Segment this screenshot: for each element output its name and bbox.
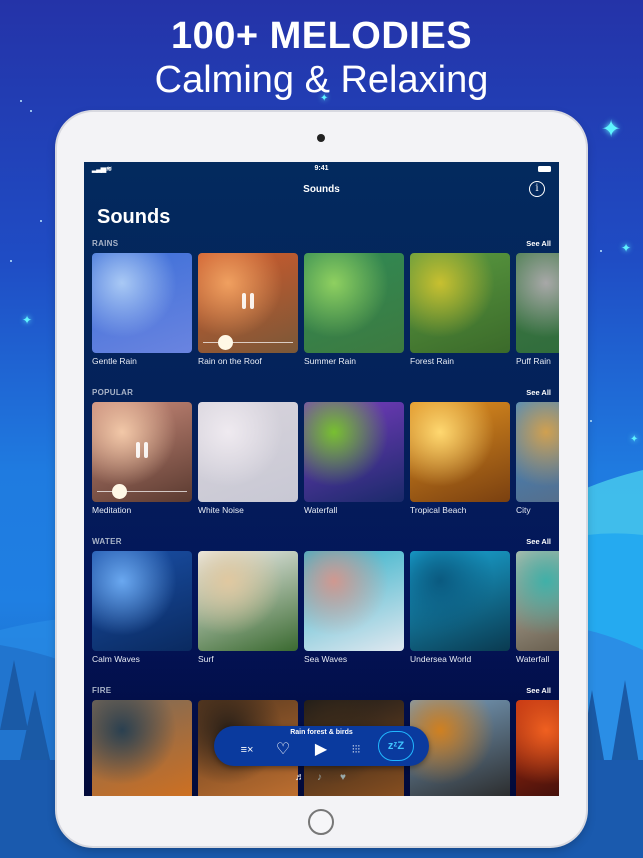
sound-label: City [516,505,531,515]
volume-slider-knob[interactable] [112,484,127,499]
sound-thumbnail[interactable] [516,402,559,502]
volume-slider-knob[interactable] [218,335,233,350]
sound-tile[interactable]: Puff Rain [516,253,559,366]
section-header: RAINS See All [84,239,559,253]
sound-thumbnail[interactable] [516,551,559,651]
mini-player: Rain forest & birds ≡× ♡ ▶ ⫶⫶⫶ zᶻZ [214,726,429,766]
star-dot [10,260,12,262]
sound-tile[interactable]: Sea Waves [304,551,404,664]
sound-thumbnail[interactable] [304,253,404,353]
sound-label: Forest Rain [410,356,454,366]
section-title: WATER [92,537,122,546]
sound-thumbnail[interactable] [410,402,510,502]
sound-thumbnail[interactable] [410,253,510,353]
info-button[interactable]: i [529,181,545,197]
home-button[interactable] [308,809,334,835]
sound-label: White Noise [198,505,244,515]
star-dot [600,250,602,252]
sound-tile[interactable]: Undersea World [410,551,510,664]
sound-label: Surf [198,654,214,664]
nav-title: Sounds [303,184,340,195]
sound-label: Sea Waves [304,654,348,664]
status-time: 9:41 [314,165,329,172]
mixer-button[interactable]: ⫶⫶⫶ [344,741,368,759]
sound-label: Rain on the Roof [198,356,262,366]
sound-thumbnail[interactable] [304,551,404,651]
sound-tile[interactable]: Calm Waves [92,551,192,664]
sound-label: Gentle Rain [92,356,137,366]
headline-subtitle: Calming & Relaxing [154,59,489,101]
star-dot [40,220,42,222]
see-all-link[interactable]: See All [526,239,551,248]
section-header: FIRE See All [84,686,559,700]
sound-label: Calm Waves [92,654,140,664]
sound-thumbnail[interactable] [198,402,298,502]
pause-icon[interactable] [135,442,149,458]
sound-tile[interactable]: Forest Rain [410,253,510,366]
section-title: RAINS [92,239,119,248]
app-screen: ▂▃▅ ≋ 9:41 Sounds i Sounds RAINS See All G… [84,162,559,796]
sound-tile[interactable]: Surf [198,551,298,664]
section-rains: RAINS See All Gentle Rain Rain on the Roof S… [84,239,559,366]
tab-music-icon[interactable]: ♪ [317,772,322,783]
status-bar: ▂▃▅ ≋ 9:41 [84,162,559,176]
sound-label: Puff Rain [516,356,551,366]
section-title: FIRE [92,686,112,695]
sound-tile[interactable]: Meditation [92,402,192,515]
section-fire: FIRE See All [84,686,559,796]
volume-slider[interactable] [97,491,187,492]
page-title: Sounds [97,206,171,228]
section-header: WATER See All [84,537,559,551]
see-all-link[interactable]: See All [526,388,551,397]
sound-tile[interactable]: Gentle Rain [92,253,192,366]
sparkle-icon: ✦ [621,241,632,255]
sound-tile[interactable]: Waterfall [304,402,404,515]
volume-slider[interactable] [203,342,293,343]
sound-thumbnail[interactable] [516,253,559,353]
sound-tile[interactable]: White Noise [198,402,298,515]
sound-thumbnail[interactable] [92,551,192,651]
tablet-frame: ▂▃▅ ≋ 9:41 Sounds i Sounds RAINS See All G… [57,112,586,846]
sound-thumbnail[interactable] [304,402,404,502]
star-dot [590,420,592,422]
sparkle-icon: ✦ [630,434,639,445]
sound-tile[interactable]: City [516,402,559,515]
tab-favorites-icon[interactable]: ♥ [340,772,346,783]
sound-label: Waterfall [304,505,338,515]
section-popular: POPULAR See All Meditation White Noise Water… [84,388,559,515]
sound-thumbnail[interactable] [92,253,192,353]
star-dot [30,110,32,112]
battery-icon [538,166,551,172]
section-title: POPULAR [92,388,134,397]
section-water: WATER See All Calm Waves Surf Sea Waves Under… [84,537,559,664]
sound-label: Tropical Beach [410,505,467,515]
sound-label: Undersea World [410,654,472,664]
sound-tile[interactable]: Summer Rain [304,253,404,366]
section-header: POPULAR See All [84,388,559,402]
clear-queue-button[interactable]: ≡× [236,741,258,759]
see-all-link[interactable]: See All [526,686,551,695]
headline-title: 100+ MELODIES [170,15,473,57]
sound-tile[interactable]: Rain on the Roof [198,253,298,366]
tab-sounds-icon[interactable]: ♬ [295,772,305,783]
pause-icon[interactable] [241,293,255,309]
sound-thumbnail[interactable] [92,402,192,502]
sound-label: Waterfall [516,654,550,664]
sound-tile[interactable]: Tropical Beach [410,402,510,515]
promo-headline: 100+ MELODIES Calming & Relaxing [0,14,643,102]
sparkle-icon: ✦ [601,116,622,143]
play-button[interactable]: ▶ [310,741,332,759]
sparkle-icon: ✦ [22,313,33,327]
tab-bar: ♬ ♪ ♥ [84,770,559,790]
sound-tile[interactable]: Waterfall [516,551,559,664]
sound-thumbnail[interactable] [198,551,298,651]
sound-thumbnail[interactable] [410,551,510,651]
sleep-timer-button[interactable]: zᶻZ [378,731,414,761]
camera-icon [317,134,325,142]
sound-label: Meditation [92,505,132,515]
sound-label: Summer Rain [304,356,356,366]
see-all-link[interactable]: See All [526,537,551,546]
favorite-button[interactable]: ♡ [272,741,294,759]
sound-thumbnail[interactable] [198,253,298,353]
